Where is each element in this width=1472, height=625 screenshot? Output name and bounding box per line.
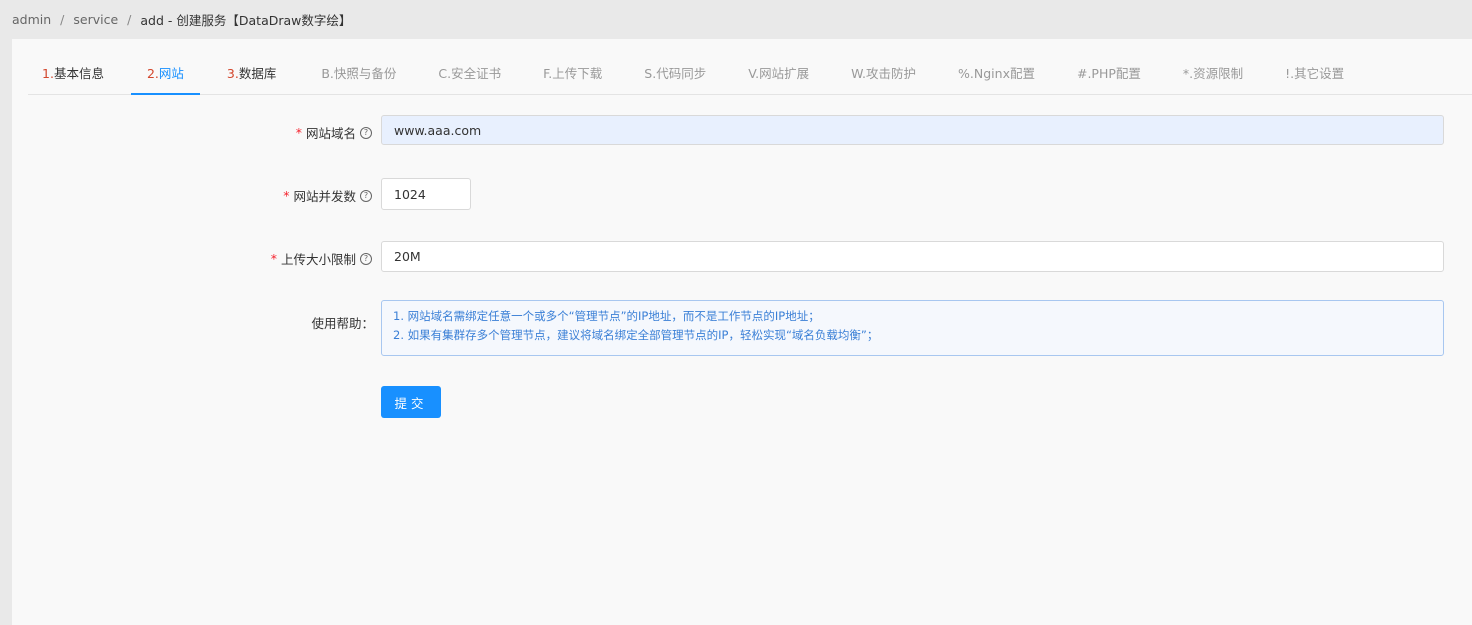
breadcrumb-item-admin[interactable]: admin [12, 12, 51, 27]
tab-code-sync[interactable]: S.代码同步 [623, 58, 727, 94]
concurrency-label: * 网站并发数 ? [283, 186, 372, 205]
question-circle-icon[interactable]: ? [360, 126, 372, 139]
help-line: 2. 如果有集群存多个管理节点，建议将域名绑定全部管理节点的IP，轻松实现“域名… [393, 328, 879, 342]
domain-label: * 网站域名 ? [296, 123, 372, 142]
breadcrumb-item-service[interactable]: service [73, 12, 118, 27]
upload-limit-label: * 上传大小限制 ? [271, 249, 372, 268]
domain-input[interactable]: www.aaa.com [381, 115, 1444, 145]
required-mark: * [295, 125, 302, 140]
tab-upload-download[interactable]: F.上传下载 [522, 58, 623, 94]
tab-website-extension[interactable]: V.网站扩展 [727, 58, 830, 94]
tab-database[interactable]: 3.数据库 [200, 58, 300, 94]
breadcrumb-separator: / [127, 11, 132, 27]
breadcrumb-current: add - 创建服务【DataDraw数字绘】 [140, 12, 352, 28]
required-mark: * [283, 188, 290, 203]
question-circle-icon[interactable]: ? [360, 189, 372, 202]
submit-button[interactable]: 提交 [381, 386, 441, 418]
concurrency-input[interactable]: 1024 [381, 178, 471, 210]
help-label: 使用帮助： [311, 316, 374, 331]
tab-website[interactable]: 2.网站 [130, 58, 200, 95]
tab-snapshot-backup[interactable]: B.快照与备份 [300, 58, 417, 94]
upload-limit-input[interactable]: 20M [381, 241, 1444, 272]
breadcrumb-separator: / [60, 11, 65, 27]
tab-bar: 1.基本信息 2.网站 3.数据库 B.快照与备份 C.安全证书 F.上传下载 … [28, 58, 1472, 95]
tab-resource-limit[interactable]: *.资源限制 [1162, 58, 1264, 94]
required-mark: * [270, 251, 277, 266]
tab-attack-protection[interactable]: W.攻击防护 [830, 58, 937, 94]
help-box: 1. 网站域名需绑定任意一个或多个“管理节点”的IP地址，而不是工作节点的IP地… [381, 300, 1444, 356]
question-circle-icon[interactable]: ? [360, 252, 372, 265]
help-line: 1. 网站域名需绑定任意一个或多个“管理节点”的IP地址，而不是工作节点的IP地… [393, 309, 820, 323]
tab-ssl-certificate[interactable]: C.安全证书 [417, 58, 522, 94]
tab-php-config[interactable]: #.PHP配置 [1056, 58, 1162, 94]
tab-basic-info[interactable]: 1.基本信息 [28, 58, 131, 94]
tab-other-settings[interactable]: !.其它设置 [1264, 58, 1365, 94]
breadcrumb: admin / service / add - 创建服务【DataDraw数字绘… [0, 0, 1472, 38]
form-panel: 1.基本信息 2.网站 3.数据库 B.快照与备份 C.安全证书 F.上传下载 … [12, 39, 1472, 625]
tab-nginx-config[interactable]: %.Nginx配置 [937, 58, 1056, 94]
